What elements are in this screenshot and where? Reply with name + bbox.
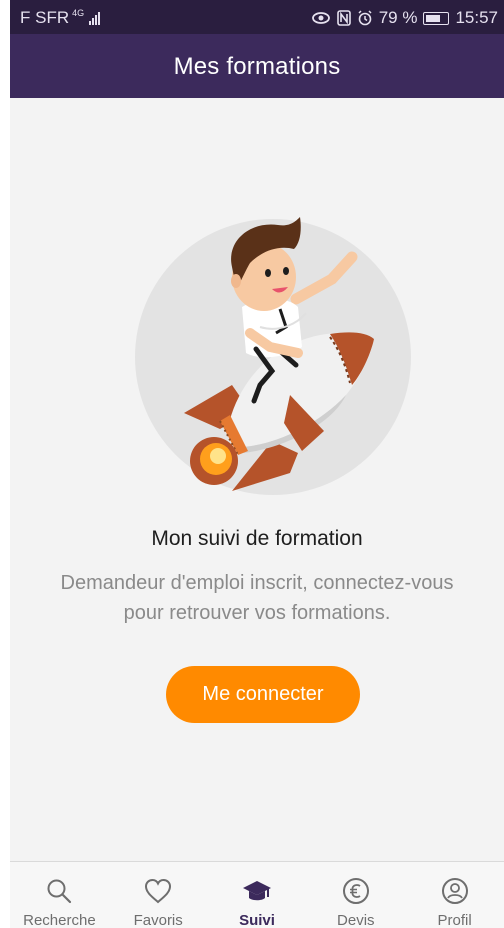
heart-icon <box>145 878 172 904</box>
eye-icon <box>311 12 330 24</box>
nav-item-suivi[interactable]: Suivi <box>208 862 307 928</box>
description: Demandeur d'emploi inscrit, connectez-vo… <box>10 568 504 628</box>
carrier-label: F SFR <box>20 8 70 27</box>
alarm-icon <box>358 10 372 26</box>
nav-label: Profil <box>437 912 472 928</box>
login-button[interactable]: Me connecter <box>166 666 360 723</box>
nav-label: Favoris <box>133 912 183 928</box>
description-line: Demandeur d'emploi inscrit, connectez-vo… <box>60 572 454 594</box>
nav-item-devis[interactable]: Devis <box>306 862 405 928</box>
description-line: pour retrouver vos formations. <box>123 602 391 624</box>
app-screen: F SFR 4G 79 % 15:57 Mes formations Mon s… <box>10 0 504 928</box>
nav-label: Recherche <box>23 912 96 928</box>
nav-item-profil[interactable]: Profil <box>405 862 504 928</box>
status-bar: F SFR 4G 79 % 15:57 <box>10 0 504 34</box>
section-heading: Mon suivi de formation <box>151 527 363 550</box>
status-right: 79 % 15:57 <box>311 8 498 28</box>
euro-icon <box>342 878 369 904</box>
profile-icon <box>441 878 468 904</box>
status-left: F SFR 4G <box>20 8 101 28</box>
nfc-icon <box>336 10 351 26</box>
signal-icon <box>89 11 101 25</box>
clock: 15:57 <box>455 8 498 27</box>
battery-percent: 79 % <box>378 8 418 27</box>
page-title: Mes formations <box>173 53 341 80</box>
search-icon <box>47 879 72 904</box>
nav-item-recherche[interactable]: Recherche <box>10 862 109 928</box>
network-label: 4G <box>72 8 85 18</box>
nav-item-favoris[interactable]: Favoris <box>109 862 208 928</box>
bottom-nav: Recherche Favoris Suivi Devis Profil <box>10 861 504 928</box>
battery-icon <box>423 11 450 25</box>
graduation-cap-icon <box>242 881 271 901</box>
nav-label: Devis <box>337 912 375 928</box>
rocket-illustration <box>135 217 411 495</box>
app-header: Mes formations <box>10 34 504 98</box>
nav-label: Suivi <box>239 912 275 928</box>
